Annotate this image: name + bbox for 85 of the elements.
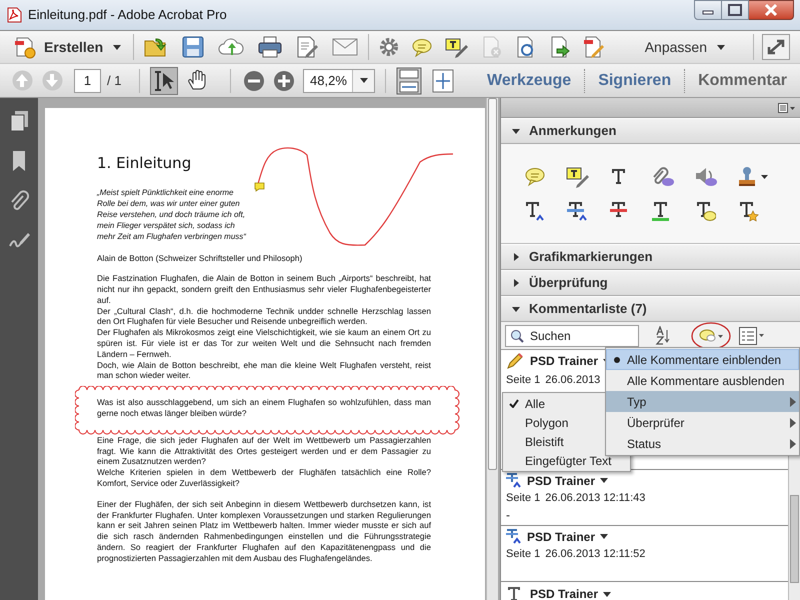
save-icon[interactable] bbox=[182, 36, 204, 58]
section-header[interactable]: Grafikmarkierungen bbox=[501, 244, 800, 270]
close-icon[interactable] bbox=[749, 0, 794, 20]
list-options-icon[interactable] bbox=[739, 326, 765, 344]
paragraph: Doch, wie Alain de Botton beschreibt, ehe man die kleine Welt Flughafen versteht, reist man schon wieder weiter. bbox=[97, 360, 431, 382]
signature-pen-icon[interactable] bbox=[8, 230, 30, 250]
menu-item[interactable]: Eingefügter Text bbox=[503, 451, 630, 470]
pdf-file-icon bbox=[6, 7, 22, 23]
section-header[interactable]: Kommentarliste (7) bbox=[501, 296, 800, 322]
panel-options-icon[interactable] bbox=[778, 102, 796, 112]
minimize-icon[interactable] bbox=[694, 0, 722, 20]
caret-icon bbox=[717, 44, 725, 50]
zoom-out-icon[interactable] bbox=[243, 70, 266, 92]
caret-icon bbox=[360, 78, 368, 83]
paragraph: Die Fastzination Flughafen, die Alain de Botton in seinem Buch „Airports“ beschreibt, hat nicht nur ihn gepackt, sondern greift den Enthusiasmus sehr vieler Flughafenbegeisterter auf. bbox=[97, 273, 431, 306]
cursor-icon[interactable] bbox=[150, 66, 178, 94]
page-count: / 1 bbox=[107, 72, 122, 90]
menu-item[interactable]: Alle Kommentare ausblenden bbox=[606, 370, 799, 391]
note-icon bbox=[254, 182, 265, 192]
speech-bubble-icon[interactable] bbox=[411, 37, 434, 57]
paragraph: Der „Cultural Clash“, d.h. die hochmoderne Technik undder schnelle Herzschlag lassen den Ort Flughafen für viele Besucher und Reisende unbegreiflich werden. bbox=[97, 306, 431, 328]
highlighter-pen-icon[interactable] bbox=[445, 36, 470, 58]
fit-page-icon[interactable] bbox=[432, 68, 454, 92]
triangle-right-icon[interactable] bbox=[512, 253, 520, 261]
caret-icon bbox=[600, 478, 608, 483]
paragraph: Einer der Flughäfen, der sich seit Anbeginn in diesem Wettbewerb durchsetzen kann, ist der Frankfurter Flughafen. Unter komplexen Voraussetzungen und starken Regulierungen kann er seit Jahren seinen Platz im Wettbewerb halten. Immer wieder musste er sich auf die sich rasch ändernden Rahmenbedingungen einstellen und die Führungsstrategie ändern. So reagiert der Frankfurter Flughafen auf den Kapazitätenengpass und die prognostizierten Passagierzahlen mit dem Ausbau des Flughafengeländes. bbox=[97, 498, 431, 564]
edit-document-icon[interactable] bbox=[296, 36, 318, 58]
menu-item[interactable]: Überprüfer bbox=[606, 412, 799, 433]
panel-tab[interactable]: Werkzeuge bbox=[474, 64, 584, 97]
scrollbar[interactable] bbox=[486, 98, 498, 600]
caret-icon bbox=[600, 534, 608, 539]
folder-icon[interactable] bbox=[144, 36, 168, 58]
paragraph: Der Flughafen als Mikrokosmos zeigt eine Vielschichtigkeit, wie sie kaum an einem Ort zu spüren ist. Für viele ist er das Tor zur weiten Welt und die Sehnsucht nach fremden Ländern – Fernweh. bbox=[97, 327, 431, 360]
maximize-icon[interactable] bbox=[722, 0, 749, 20]
paragraph: Was ist also ausschlaggebend, um sich an einem Flughafen so wohlzufühlen, dass man gerne noch etwas länger bleiben würde? bbox=[97, 397, 431, 419]
quote: „Meist spielt Pünktlichkeit eine enorme Rolle bei dem, was wir unter einer guten Reise verstehen, und doch träume ich oft, mein Flieger verspätet sich, sodass ich mehr Zeit am Flughafen verbringen muss“ bbox=[97, 186, 246, 242]
triangle-down-icon[interactable] bbox=[512, 127, 520, 135]
search-icon bbox=[510, 328, 524, 342]
comment-date: 26.06.2013 bbox=[545, 373, 600, 387]
comment-date: 26.06.2013 12:11:43 bbox=[545, 491, 646, 505]
paperclip-icon[interactable] bbox=[9, 190, 29, 212]
page-number-field[interactable]: 1 bbox=[74, 68, 101, 92]
paragraph: Eine Frage, die sich jeder Flughafen auf der Welt im Wettbewerb um Passagierzahlen fragt. Wie kann die Attraktivität des Ortes gesteigert werden und er dem Passagier zu einem Zusatznutzen werden? bbox=[97, 434, 431, 468]
comment-author[interactable]: PSD Trainer bbox=[530, 587, 612, 600]
comment-author[interactable]: PSD Trainer bbox=[527, 474, 608, 488]
comment-page: Seite 1 bbox=[506, 373, 540, 387]
caret-icon bbox=[603, 592, 612, 596]
menu-item[interactable]: Alle Kommentare einblenden bbox=[606, 349, 799, 370]
cloud-upload-icon[interactable] bbox=[218, 36, 244, 58]
text-replace-icon bbox=[506, 529, 521, 544]
document-pen-icon[interactable] bbox=[583, 36, 606, 58]
menu-item[interactable]: Typ bbox=[606, 391, 799, 412]
text-replace-icon bbox=[506, 473, 521, 488]
printer-icon[interactable] bbox=[258, 36, 282, 58]
triangle-down-icon[interactable] bbox=[512, 305, 520, 313]
window-title: Einleitung.pdf - Adobe Acrobat Pro bbox=[28, 6, 227, 24]
new-document-icon bbox=[14, 35, 38, 59]
menu-item[interactable]: Status bbox=[606, 433, 799, 454]
mail-icon[interactable] bbox=[332, 37, 358, 57]
triangle-right-icon[interactable] bbox=[512, 279, 520, 287]
pencil-icon bbox=[506, 352, 524, 370]
create-button[interactable]: Erstellen bbox=[12, 33, 124, 61]
zoom-in-icon[interactable] bbox=[273, 70, 296, 92]
comment-page: Seite 1 bbox=[506, 547, 540, 561]
bookmark-icon[interactable] bbox=[11, 150, 27, 172]
gear-icon[interactable] bbox=[379, 37, 400, 57]
comment-page: Seite 1 bbox=[506, 491, 540, 505]
section-header[interactable]: Überprüfung bbox=[501, 270, 800, 296]
panel-tab[interactable]: Signieren bbox=[585, 64, 684, 97]
heading: 1. Einleitung bbox=[97, 153, 192, 174]
paragraph: Welche Kriterien spielen in dem Wettbewerb der Flughäfen tatsächlich eine Rolle? Komfort, Service oder Zuverlässigkeit? bbox=[97, 467, 431, 489]
panel-tab[interactable]: Kommentar bbox=[685, 64, 800, 97]
document-arrow-icon[interactable] bbox=[549, 36, 572, 58]
caret-icon bbox=[113, 44, 122, 50]
paragraph: Alain de Botton (Schweizer Schriftsteller und Philosoph) bbox=[97, 252, 304, 264]
full-screen-icon[interactable] bbox=[762, 34, 790, 60]
comment-date: 26.06.2013 12:11:52 bbox=[545, 547, 646, 561]
customize-button[interactable]: Anpassen bbox=[640, 36, 729, 58]
comment-author[interactable]: PSD Trainer bbox=[527, 530, 608, 544]
search-field[interactable]: Suchen bbox=[505, 324, 639, 346]
comment-text: - bbox=[506, 508, 510, 522]
fit-width-icon[interactable] bbox=[396, 66, 422, 94]
zoom-field[interactable]: 48,2% bbox=[303, 68, 376, 92]
section-header[interactable]: Anmerkungen bbox=[501, 118, 800, 144]
pages-icon[interactable] bbox=[9, 110, 29, 132]
